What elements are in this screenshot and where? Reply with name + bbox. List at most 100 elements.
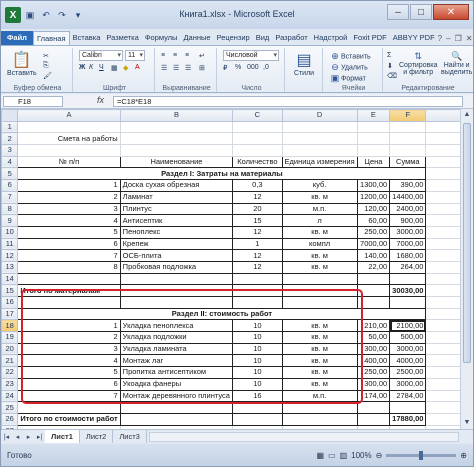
cell[interactable]: [17, 296, 121, 309]
cell[interactable]: 7000,00: [389, 237, 427, 251]
row-header[interactable]: 20: [1, 342, 19, 356]
cell[interactable]: [281, 144, 358, 157]
format-cells-button[interactable]: ▣ Формат: [329, 72, 366, 84]
align-top-icon[interactable]: ≡: [161, 52, 165, 59]
active-cell[interactable]: 2100,00: [389, 319, 427, 333]
cell[interactable]: 1: [17, 179, 121, 192]
tab-page-layout[interactable]: Разметка: [103, 31, 141, 45]
thousands-icon[interactable]: 000: [247, 64, 259, 71]
cell[interactable]: [232, 401, 283, 414]
cell[interactable]: [356, 144, 391, 157]
row-header[interactable]: 5: [1, 167, 19, 181]
cell[interactable]: [356, 296, 391, 309]
cell[interactable]: кв. м: [281, 342, 358, 356]
page-layout-view-icon[interactable]: ▭: [328, 451, 336, 460]
cell[interactable]: Смета на работы: [17, 132, 121, 146]
cell[interactable]: [119, 296, 234, 309]
cell[interactable]: 10: [232, 319, 283, 333]
cell[interactable]: [389, 272, 427, 286]
merge-icon[interactable]: ⊞: [199, 64, 205, 72]
tab-formulas[interactable]: Формулы: [142, 31, 181, 45]
cell[interactable]: 20: [232, 202, 283, 216]
row-header[interactable]: 15: [1, 284, 19, 297]
cell[interactable]: 8: [17, 260, 121, 274]
cell[interactable]: кв. м: [281, 260, 358, 274]
cell[interactable]: 5: [17, 225, 121, 239]
cell[interactable]: куб.: [281, 179, 358, 192]
cell[interactable]: 7: [17, 249, 121, 262]
cell[interactable]: [119, 144, 234, 157]
cell[interactable]: 174,00: [356, 389, 391, 403]
cell[interactable]: м.п.: [281, 389, 358, 403]
cell[interactable]: 30030,00: [389, 284, 427, 297]
cell[interactable]: 16: [232, 389, 283, 403]
row-header[interactable]: 7: [1, 190, 19, 204]
row-header[interactable]: 2: [1, 132, 19, 146]
column-header-b[interactable]: B: [119, 109, 234, 122]
first-sheet-icon[interactable]: |◂: [1, 433, 12, 441]
cell[interactable]: 400,00: [356, 354, 391, 368]
align-middle-icon[interactable]: ≡: [173, 52, 177, 59]
window-restore-icon[interactable]: ❐: [455, 34, 462, 43]
cell[interactable]: Укладка ламината: [119, 342, 234, 356]
cell[interactable]: 120,00: [356, 202, 391, 216]
cell[interactable]: Доска сухая обрезная: [119, 179, 234, 192]
cell[interactable]: [119, 120, 234, 134]
cell[interactable]: 7: [17, 389, 121, 403]
cell[interactable]: 2784,00: [389, 389, 427, 403]
select-all-corner[interactable]: [1, 109, 19, 122]
cell[interactable]: [356, 401, 391, 414]
cell[interactable]: Укладка пеноплекса: [119, 319, 234, 333]
italic-icon[interactable]: К: [89, 64, 93, 71]
cell[interactable]: Ламинат: [119, 190, 234, 204]
cell[interactable]: Пробковая подложка: [119, 260, 234, 274]
section-header-cell[interactable]: Раздел II: стоимость работ: [17, 307, 427, 321]
tab-home[interactable]: Главная: [32, 31, 70, 45]
cell[interactable]: кв. м: [281, 366, 358, 379]
cell[interactable]: 1: [17, 319, 121, 333]
bold-icon[interactable]: Ж: [79, 64, 85, 71]
cell[interactable]: Единица измерения: [281, 155, 358, 169]
zoom-in-icon[interactable]: ⊕: [460, 451, 467, 460]
cell[interactable]: [389, 296, 427, 309]
cell[interactable]: [119, 272, 234, 286]
row-header[interactable]: 23: [1, 377, 19, 391]
cell[interactable]: компл: [281, 237, 358, 251]
cell[interactable]: 210,00: [356, 319, 391, 333]
cell[interactable]: [356, 272, 391, 286]
sheet-tab-2[interactable]: Лист2: [80, 430, 114, 443]
cell[interactable]: 140,00: [356, 249, 391, 262]
column-header-a[interactable]: A: [17, 109, 121, 122]
fill-color-icon[interactable]: ◆: [123, 64, 128, 72]
row-header[interactable]: 24: [1, 389, 19, 403]
tab-foxit-pdf[interactable]: Foxit PDF: [350, 31, 389, 45]
cell[interactable]: [232, 412, 283, 426]
cell[interactable]: [232, 144, 283, 157]
cell[interactable]: 250,00: [356, 366, 391, 379]
row-header[interactable]: 4: [1, 155, 19, 169]
cell[interactable]: Монтаж лаг: [119, 354, 234, 368]
cell[interactable]: 10: [232, 342, 283, 356]
maximize-button[interactable]: □: [410, 4, 432, 20]
cell[interactable]: 3000,00: [389, 342, 427, 356]
row-header[interactable]: 11: [1, 237, 19, 251]
cell[interactable]: [119, 412, 234, 426]
cell[interactable]: Антисептик: [119, 214, 234, 227]
cell[interactable]: 1680,00: [389, 249, 427, 262]
tab-review[interactable]: Рецензир: [214, 31, 253, 45]
row-header[interactable]: 19: [1, 331, 19, 344]
font-color-icon[interactable]: A: [135, 64, 140, 71]
cell[interactable]: Цена: [356, 155, 391, 169]
cell[interactable]: 12: [232, 260, 283, 274]
cell[interactable]: Укладка подложки: [119, 331, 234, 344]
cell[interactable]: [119, 401, 234, 414]
cell[interactable]: 12: [232, 225, 283, 239]
column-header-f[interactable]: F: [389, 109, 427, 122]
cell[interactable]: Плинтус: [119, 202, 234, 216]
cell[interactable]: кв. м: [281, 190, 358, 204]
cell[interactable]: 300,00: [356, 377, 391, 391]
row-header[interactable]: 6: [1, 179, 19, 192]
cell[interactable]: [389, 120, 427, 134]
font-name-select[interactable]: Calibri: [79, 50, 123, 61]
cell[interactable]: кв. м: [281, 225, 358, 239]
